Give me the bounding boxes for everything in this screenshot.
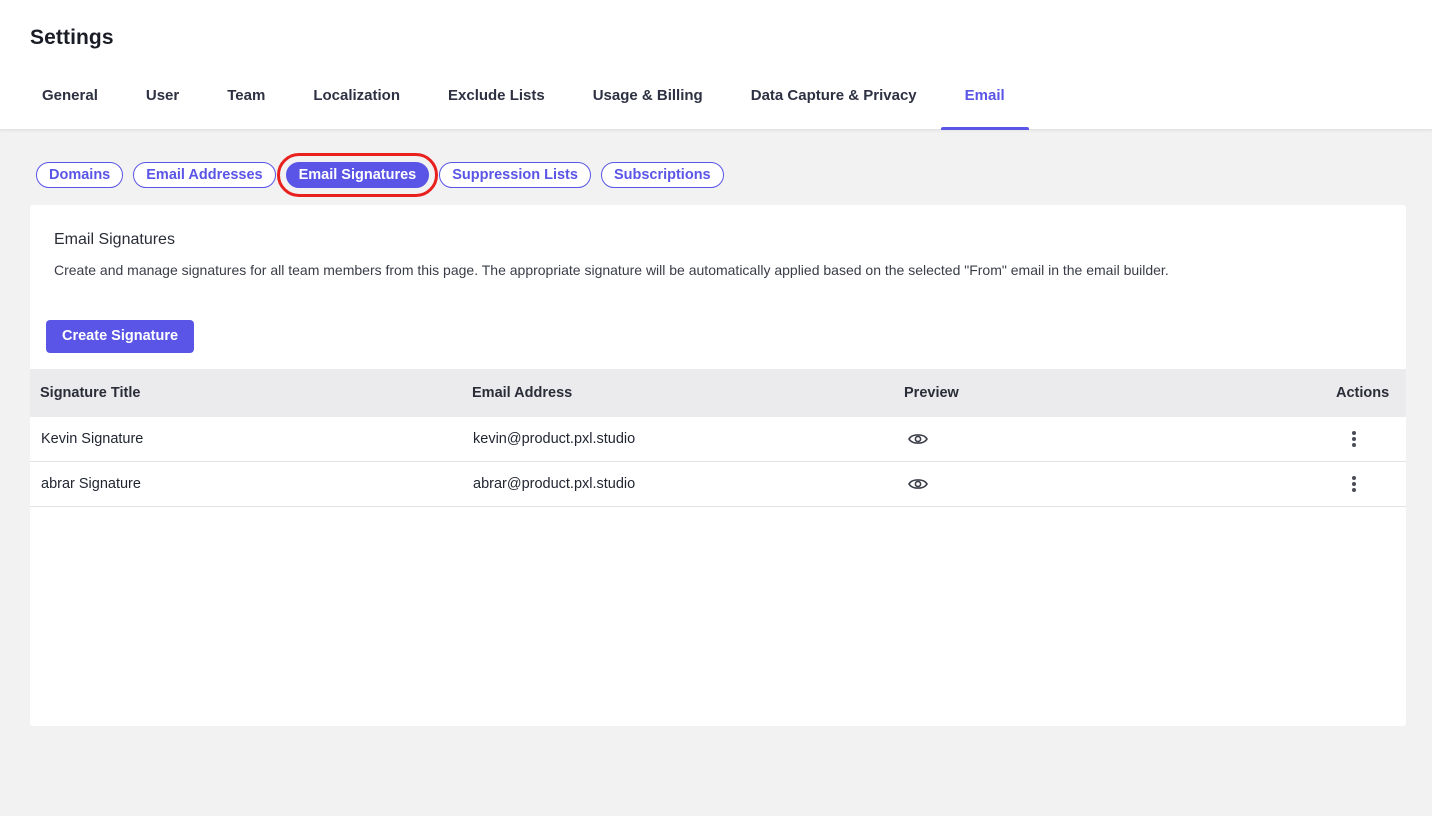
tab-data-capture-privacy[interactable]: Data Capture & Privacy [727, 82, 941, 130]
tab-exclude-lists[interactable]: Exclude Lists [424, 82, 569, 130]
email-subtabs: Domains Email Addresses Email Signatures… [36, 153, 734, 197]
create-signature-button[interactable]: Create Signature [46, 320, 195, 353]
section-title: Email Signatures [54, 231, 175, 248]
eye-icon[interactable] [908, 476, 928, 492]
email-address-cell: kevin@product.pxl.studio [473, 431, 636, 447]
signature-title-cell: Kevin Signature [41, 431, 144, 447]
tab-email[interactable]: Email [940, 82, 1029, 130]
subtab-subscriptions[interactable]: Subscriptions [600, 162, 724, 188]
column-email-address[interactable]: Email Address [472, 369, 572, 417]
kebab-menu-icon[interactable] [1349, 474, 1359, 494]
kebab-menu-icon[interactable] [1349, 429, 1359, 449]
signature-title-cell: abrar Signature [41, 476, 141, 492]
table-header: Signature Title Email Address Preview Ac… [30, 369, 1406, 417]
tab-user[interactable]: User [122, 82, 203, 130]
section-description: Create and manage signatures for all tea… [54, 262, 1169, 278]
tab-general[interactable]: General [18, 82, 122, 130]
subtab-email-signatures[interactable]: Email Signatures [276, 153, 439, 197]
tab-team[interactable]: Team [203, 82, 289, 130]
subtab-domains[interactable]: Domains [36, 162, 124, 188]
email-signatures-card: Email Signatures Create and manage signa… [30, 205, 1406, 726]
tab-localization[interactable]: Localization [289, 82, 424, 130]
table-row[interactable]: Kevin Signature kevin@product.pxl.studio [30, 417, 1406, 462]
table-row[interactable]: abrar Signature abrar@product.pxl.studio [30, 462, 1406, 507]
eye-icon[interactable] [908, 431, 928, 447]
email-address-cell: abrar@product.pxl.studio [473, 476, 636, 492]
settings-header: Settings General User Team Localization … [0, 0, 1432, 130]
column-preview: Preview [904, 385, 959, 401]
settings-tabs: General User Team Localization Exclude L… [18, 82, 1029, 130]
column-actions: Actions [1336, 385, 1390, 401]
subtab-suppression-lists[interactable]: Suppression Lists [439, 162, 591, 188]
tab-usage-billing[interactable]: Usage & Billing [569, 82, 727, 130]
page-title: Settings [30, 26, 114, 49]
column-signature-title[interactable]: Signature Title [40, 369, 140, 417]
subtab-email-addresses[interactable]: Email Addresses [133, 162, 276, 188]
